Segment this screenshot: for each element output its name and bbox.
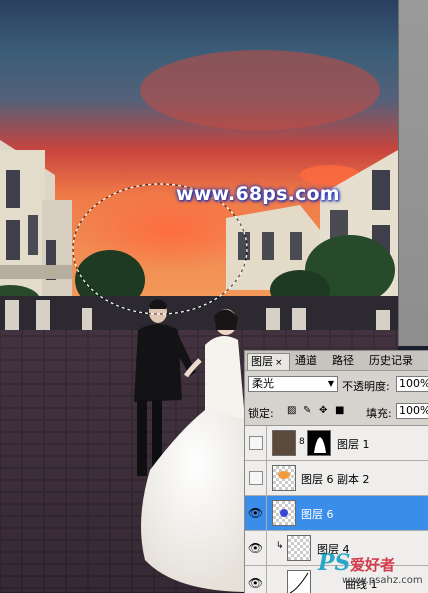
eye-icon: 👁 [247,541,264,555]
layer-name: 图层 1 [337,438,370,451]
dropdown-arrow-icon: ▼ [327,379,334,388]
fill-input[interactable]: 100% [396,403,428,419]
eye-icon: 👁 [247,506,264,520]
tab-paths[interactable]: 路径 [329,353,363,370]
layer-mask-thumbnail [307,430,331,456]
blend-mode-value: 柔光 [252,377,274,390]
site-logo-name: 爱好者 [350,556,396,574]
close-icon[interactable]: × [275,358,283,368]
layer-thumbnail [272,465,296,491]
chain-link-icon: 8 [299,437,305,447]
watermark-url: www.68ps.com [176,183,340,205]
visibility-toggle[interactable] [245,426,267,460]
visibility-toggle[interactable]: 👁 [245,566,267,593]
layer-name: 图层 6 [301,508,334,521]
blend-mode-select[interactable]: 柔光 ▼ [248,376,338,392]
clipping-arrow-icon: ↳ [276,541,284,551]
canvas-gray-margin [398,0,428,346]
lock-brush-icon[interactable]: ✎ [303,406,313,416]
layer-row[interactable]: 图层 6 副本 2 [245,461,428,496]
eye-icon: 👁 [247,576,264,590]
lock-label: 锁定: [248,407,274,420]
site-logo-url: www.psahz.com [342,575,423,586]
layer-row[interactable]: 8 图层 1 [245,426,428,461]
lock-transparency-icon[interactable]: ▨ [287,406,297,416]
tab-layers-label: 图层 [251,355,273,368]
layer-row-selected[interactable]: 👁 图层 6 [245,496,428,531]
visibility-toggle[interactable]: 👁 [245,531,267,565]
fill-label: 填充: [366,407,392,420]
visibility-toggle[interactable] [245,461,267,495]
opacity-label: 不透明度: [342,380,390,393]
panel-tab-row: 图层 × 通道 路径 历史记录 [245,351,428,371]
lock-all-icon[interactable]: ■ [335,406,345,416]
tab-history[interactable]: 历史记录 [366,353,428,370]
layer-thumbnail [287,535,311,561]
layer-thumbnail [272,430,296,456]
lock-move-icon[interactable]: ✥ [319,406,329,416]
site-watermark-logo: PS 爱好者 www.psahz.com [318,550,428,592]
layer-name: 图层 6 副本 2 [301,473,370,486]
tab-channels[interactable]: 通道 [292,353,326,370]
tab-layers[interactable]: 图层 × [247,353,290,370]
curves-adjustment-icon [287,570,311,593]
opacity-input[interactable]: 100% [396,376,428,392]
lock-row: 锁定: ▨ ✎ ✥ ■ 填充: 100% [248,403,428,420]
site-logo-ps: PS [318,550,351,576]
layer-thumbnail [272,500,296,526]
visibility-toggle[interactable]: 👁 [245,496,267,530]
